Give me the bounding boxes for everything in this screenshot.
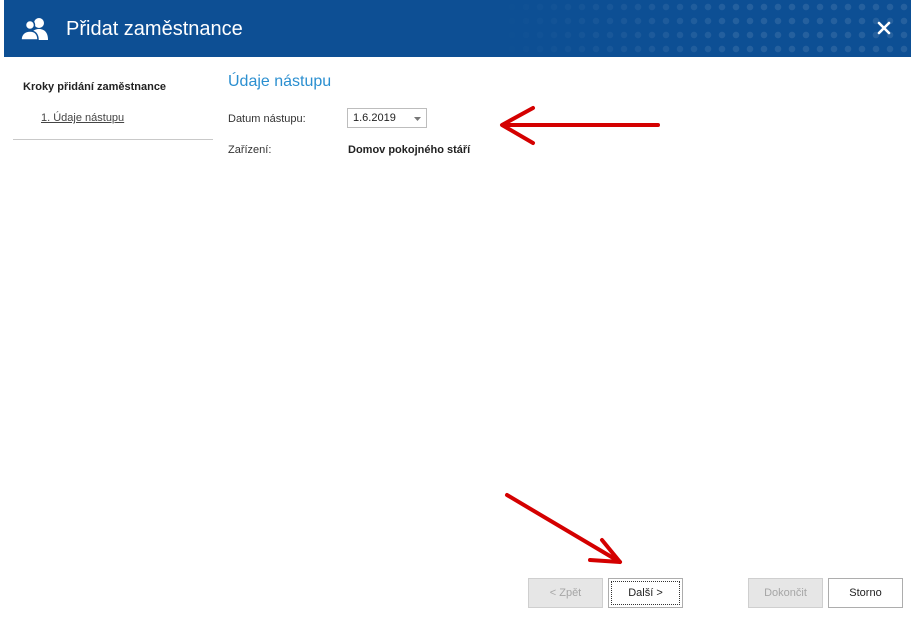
sidebar-heading: Kroky přidání zaměstnance [23,81,167,93]
dropdown-arrow-icon[interactable] [413,114,422,123]
arrow-to-date-icon [500,106,660,145]
titlebar-pattern [491,0,911,57]
start-date-select[interactable]: 1.6.2019 [347,108,427,128]
users-icon [20,18,48,41]
window-title: Přidat zaměstnance [66,18,243,40]
section-title: Údaje nástupu [228,73,332,90]
sidebar-step-link[interactable]: 1. Údaje nástupu [41,112,124,124]
next-button[interactable]: Další > [608,578,683,608]
start-date-value: 1.6.2019 [353,112,396,124]
arrow-to-next-icon [505,493,622,564]
finish-button[interactable]: Dokončit [748,578,823,608]
start-date-label: Datum nástupu: [228,113,306,125]
back-button[interactable]: < Zpět [528,578,603,608]
facility-label: Zařízení: [228,144,272,156]
sidebar-divider [13,139,213,140]
cancel-button[interactable]: Storno [828,578,903,608]
facility-value: Domov pokojného stáří [348,144,471,156]
close-icon[interactable] [875,19,893,37]
window-titlebar: Přidat zaměstnance [4,0,911,57]
